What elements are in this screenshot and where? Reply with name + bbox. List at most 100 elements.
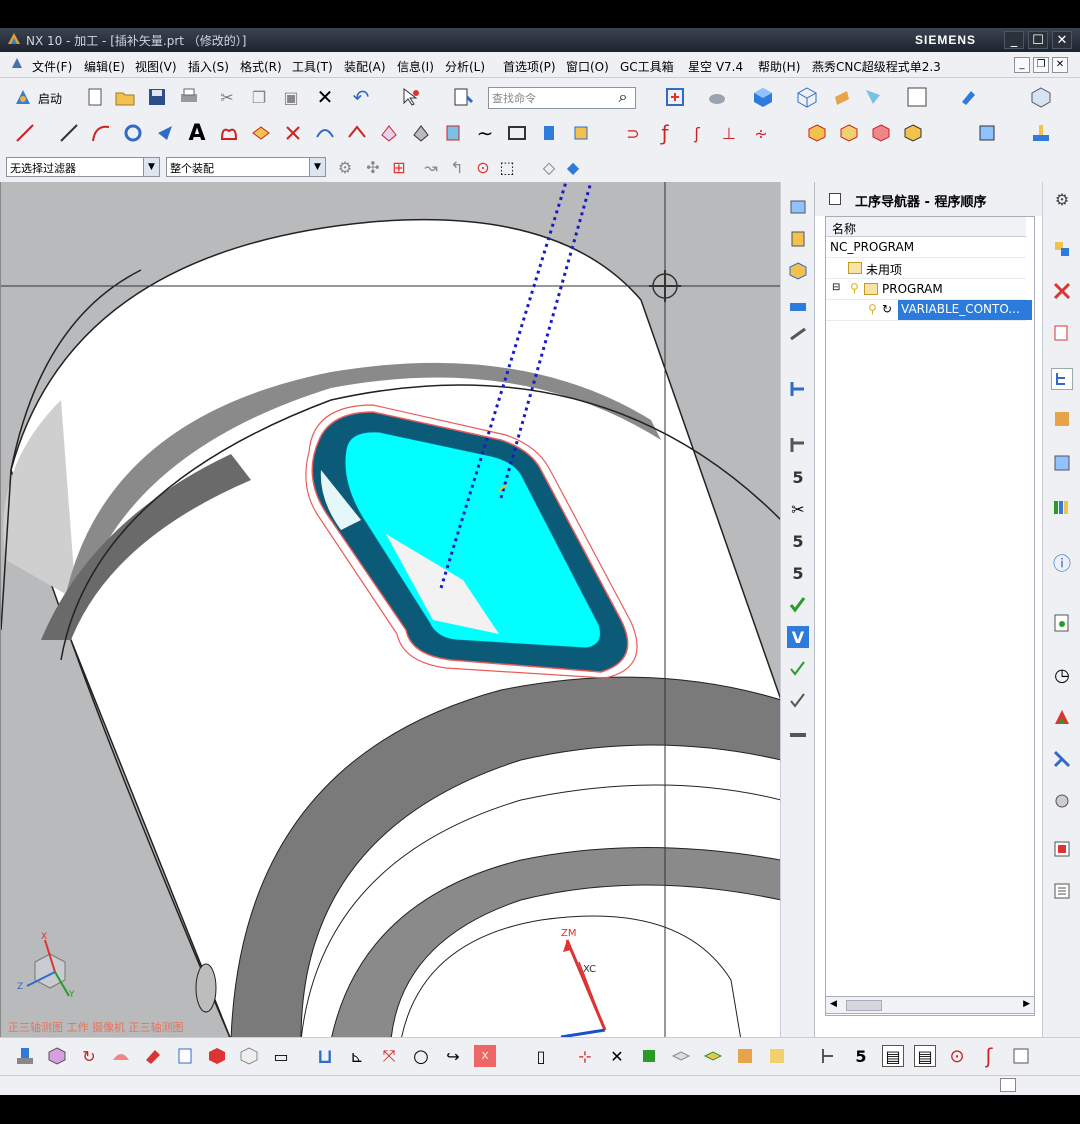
text-icon[interactable]: A	[186, 121, 208, 146]
generate-toolpath-icon[interactable]	[787, 378, 809, 400]
hatch-right-icon[interactable]: ▤	[914, 1045, 936, 1067]
fit-view-icon[interactable]	[664, 86, 686, 108]
edit-object-icon[interactable]	[787, 434, 809, 456]
color-box-icon[interactable]	[906, 86, 928, 108]
helix-icon[interactable]: ʃ	[686, 122, 708, 144]
fixture-icon[interactable]	[174, 1045, 196, 1067]
menu-tools[interactable]: 工具(T)	[292, 58, 333, 75]
copy-layer-icon[interactable]	[766, 1045, 788, 1067]
spline-icon[interactable]: ∼	[474, 121, 496, 145]
curve-tool-icon[interactable]: ʃ	[978, 1044, 1000, 1068]
page-tool-icon[interactable]: ▯	[530, 1045, 552, 1067]
red-cube-icon[interactable]	[206, 1045, 228, 1067]
rectangle-icon[interactable]	[506, 122, 528, 144]
menu-xingkong[interactable]: 星空 V7.4	[688, 58, 743, 75]
hd3d-icon[interactable]	[1051, 838, 1073, 860]
web-browser-icon[interactable]: ⓘ	[1051, 552, 1073, 575]
palette-icon[interactable]	[1051, 706, 1073, 728]
extract-curve-icon[interactable]	[282, 122, 304, 144]
wireframe-cube-icon[interactable]	[796, 86, 818, 108]
layer-cube-icon[interactable]	[1030, 86, 1052, 108]
layer-icon[interactable]	[670, 1045, 692, 1067]
menu-insert[interactable]: 插入(S)	[188, 58, 229, 75]
eraser-icon[interactable]: ◇	[538, 156, 560, 178]
model-canvas[interactable]	[1, 182, 780, 1037]
tree-item-operation[interactable]: ⚲ ↻ VARIABLE_CONTO...	[826, 300, 1032, 321]
create-operation-icon[interactable]	[787, 324, 809, 346]
start-button[interactable]: 启动	[38, 90, 62, 107]
menu-format[interactable]: 格式(R)	[240, 58, 282, 75]
rect-select-icon[interactable]: ⬚	[496, 156, 518, 178]
trim-curve-icon[interactable]	[378, 122, 400, 144]
history-icon[interactable]	[1051, 612, 1073, 634]
roles-icon[interactable]	[1051, 748, 1073, 770]
pocket-tool-icon[interactable]: ⊔	[314, 1044, 336, 1068]
insert-icon[interactable]	[570, 122, 592, 144]
cut-object-icon[interactable]: ✂	[787, 498, 809, 520]
new-file-icon[interactable]	[84, 86, 106, 108]
menu-logo-icon[interactable]	[8, 54, 26, 72]
mill-orient-icon[interactable]	[14, 1045, 36, 1067]
delete-icon[interactable]: ✕	[314, 85, 336, 109]
xy-tool-icon[interactable]: X	[474, 1045, 496, 1067]
select-all-icon[interactable]: ⚙	[334, 156, 356, 178]
list-check-icon[interactable]	[787, 690, 809, 712]
op-check-icon[interactable]	[818, 1045, 840, 1067]
hook-tool-icon[interactable]: ↪	[442, 1045, 464, 1067]
menu-preferences[interactable]: 首选项(P)	[503, 58, 556, 75]
doc-minimize-button[interactable]: _	[1014, 57, 1030, 73]
list-panel-icon[interactable]	[1051, 880, 1073, 902]
wcs-axes-icon[interactable]: ⊾	[346, 1045, 368, 1067]
menu-file[interactable]: 文件(F)	[32, 58, 72, 75]
menu-view[interactable]: 视图(V)	[135, 58, 177, 75]
wcs-orient-icon[interactable]	[958, 86, 980, 108]
undo-icon[interactable]: ↶	[350, 85, 372, 109]
shop-doc-icon[interactable]: 5	[787, 562, 809, 584]
menu-yanxiu-cnc[interactable]: 燕秀CNC超级程式单2.3	[812, 58, 941, 75]
tool-path-verify-icon[interactable]: 5	[787, 466, 809, 488]
print-icon[interactable]	[178, 86, 200, 108]
snap-point-icon[interactable]: ✣	[362, 156, 384, 178]
postprocess-icon[interactable]: 5	[787, 530, 809, 552]
circle-tool-icon[interactable]: ○	[410, 1045, 432, 1067]
cut-icon[interactable]: ✂	[216, 86, 238, 108]
part-navigator-icon[interactable]	[1051, 322, 1073, 344]
graphics-viewport[interactable]: ZM XC X Z Y	[0, 182, 780, 1037]
feature-box4-icon[interactable]	[902, 122, 924, 144]
command-finder-icon[interactable]	[452, 86, 474, 108]
component-cube-icon[interactable]: ◆	[562, 156, 584, 178]
snap-center-icon[interactable]: ⊙	[472, 156, 494, 178]
check-collision-icon[interactable]	[787, 658, 809, 680]
pattern-curve-icon[interactable]	[410, 122, 432, 144]
column-header-name[interactable]: 名称	[826, 217, 1026, 237]
feature-box-icon[interactable]	[806, 122, 828, 144]
selection-filter-select[interactable]: 无选择过滤器 ▼	[6, 157, 160, 177]
offset-curve-icon[interactable]	[218, 122, 240, 144]
hand-pan-icon[interactable]	[830, 86, 852, 108]
arc-icon[interactable]	[90, 122, 112, 144]
edit-object-display-icon[interactable]	[862, 86, 884, 108]
green-block-icon[interactable]	[638, 1045, 660, 1067]
wcs-dynamic-icon[interactable]: ⤧	[378, 1045, 400, 1067]
paste-icon[interactable]: ▣	[280, 86, 302, 108]
menu-analysis[interactable]: 分析(L)	[445, 58, 485, 75]
op-five-icon[interactable]: 5	[850, 1045, 872, 1067]
point-icon[interactable]	[154, 122, 176, 144]
collapse-icon[interactable]: ⊟	[832, 282, 840, 293]
line-icon[interactable]	[14, 122, 36, 144]
verify-toolpath-icon[interactable]	[787, 594, 809, 616]
workpiece-icon[interactable]	[46, 1045, 68, 1067]
snap-end-icon[interactable]: ⊞	[388, 156, 410, 178]
close-button[interactable]: ✕	[1052, 31, 1072, 49]
color-layer-icon[interactable]	[734, 1045, 756, 1067]
render-style-icon[interactable]	[706, 86, 728, 108]
eraser-tool-icon[interactable]	[142, 1045, 164, 1067]
clock-icon[interactable]: ◷	[1051, 664, 1073, 686]
menu-gc-toolkit[interactable]: GC工具箱	[620, 58, 674, 75]
hatch-left-icon[interactable]: ▤	[882, 1045, 904, 1067]
reuse-library-icon[interactable]	[1051, 452, 1073, 474]
rectangle-tool-icon[interactable]: ▭	[270, 1045, 292, 1067]
shaded-cube-icon[interactable]	[752, 86, 774, 108]
snap-mid-icon[interactable]: ↝	[420, 156, 442, 178]
menu-info[interactable]: 信息(I)	[397, 58, 434, 75]
